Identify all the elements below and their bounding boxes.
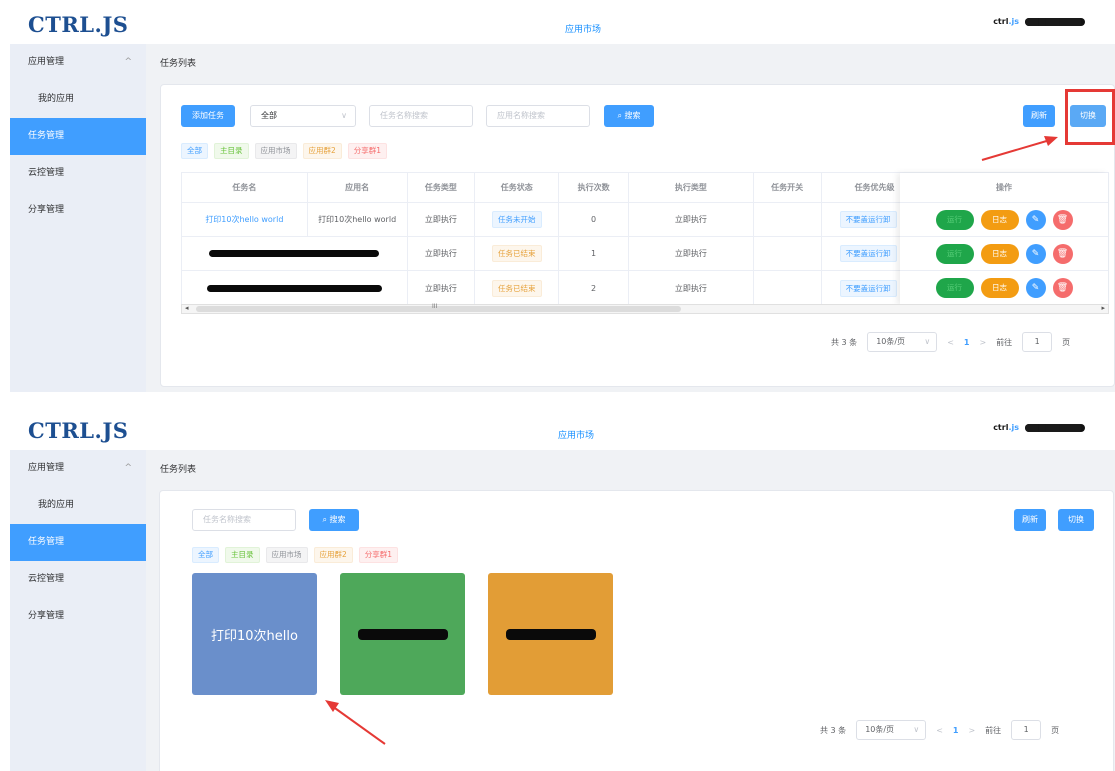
annotation-arrow (981, 136, 1058, 161)
screenshot-table-view: CTRL.JS 应用市场 ctrl.js ████████ 应用管理 ^ 我的应… (0, 0, 1115, 392)
annotation-arrow (325, 700, 386, 745)
screenshot-card-view: CTRL.JS 应用市场 ctrl.js ████████ 应用管理 ^ 我的应… (0, 406, 1115, 771)
screen-separator (0, 392, 1115, 406)
